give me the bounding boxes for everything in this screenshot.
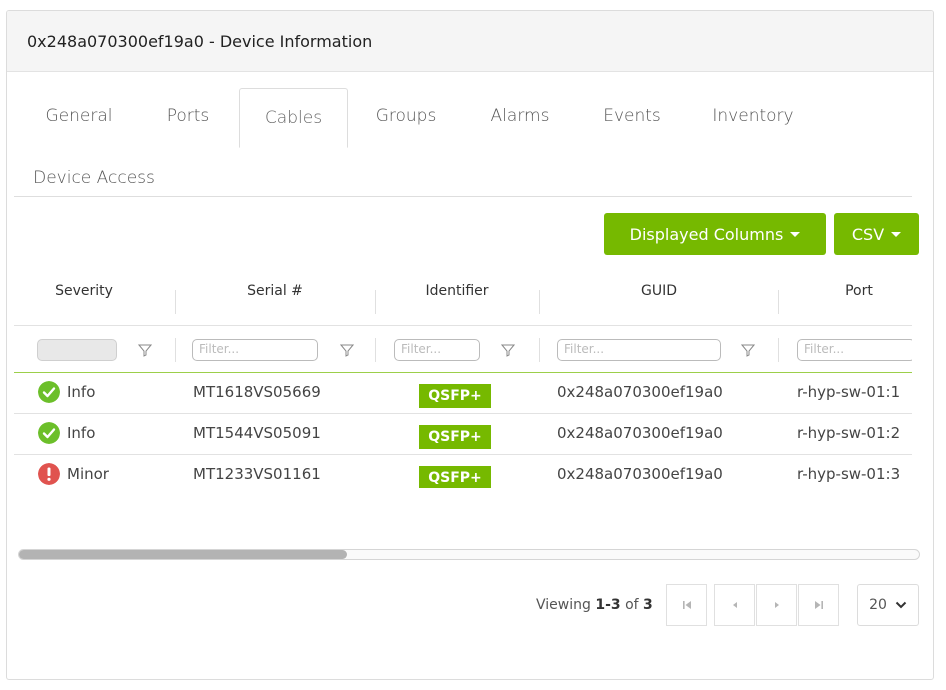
column-header-serial[interactable]: Serial # [176,268,374,314]
port-cell: r-hyp-sw-01:3 [797,465,901,483]
tab-cables[interactable]: Cables [239,88,348,148]
port-filter-input[interactable]: Filter... [797,339,912,361]
filter-divider [14,372,912,373]
port-cell: r-hyp-sw-01:2 [797,424,901,442]
csv-label: CSV [851,224,885,244]
column-divider [539,338,540,362]
guid-filter-input[interactable]: Filter... [557,339,721,361]
identifier-badge: QSFP+ [419,425,491,449]
exclamation-circle-icon [38,463,60,485]
identifier-filter-input[interactable]: Filter... [394,339,480,361]
caret-down-icon [891,231,902,237]
identifier-badge: QSFP+ [419,384,491,408]
first-page-icon[interactable] [666,584,707,626]
displayed-columns-label: Displayed Columns [629,224,784,244]
tab-groups[interactable]: Groups [358,86,454,146]
severity-filter-select[interactable] [37,339,117,361]
csv-button[interactable]: CSV [834,213,919,255]
page-size-select[interactable]: 20 [857,584,919,626]
column-divider [375,338,376,362]
panel-title: 0x248a070300ef19a0 - Device Information [7,11,933,72]
cables-table: Severity Serial # Identifier GUID Port F… [14,268,912,488]
tab-inventory[interactable]: Inventory [698,86,808,146]
page-size-value: 20 [869,597,887,613]
funnel-icon[interactable] [138,343,152,357]
funnel-icon[interactable] [501,343,515,357]
column-divider [175,338,176,362]
pager-viewing-label: Viewing [536,597,596,613]
header-divider [14,325,912,326]
severity-cell: Info [67,424,96,442]
tab-ports[interactable]: Ports [148,86,228,146]
check-circle-icon [38,381,60,403]
tab-device-access[interactable]: Device Access [26,148,162,208]
column-header-port[interactable]: Port [794,268,912,314]
row-divider [14,413,912,414]
column-divider [778,290,779,314]
column-header-identifier[interactable]: Identifier [376,268,538,314]
prev-page-icon[interactable] [714,584,755,626]
column-divider [778,338,779,362]
serial-cell: MT1544VS05091 [193,424,321,442]
port-cell: r-hyp-sw-01:1 [797,383,901,401]
guid-cell: 0x248a070300ef19a0 [557,424,723,442]
next-page-icon[interactable] [756,584,797,626]
guid-cell: 0x248a070300ef19a0 [557,383,723,401]
tab-events[interactable]: Events [588,86,676,146]
severity-cell: Info [67,383,96,401]
column-header-severity[interactable]: Severity [14,268,154,314]
tab-general[interactable]: General [26,86,132,146]
identifier-badge: QSFP+ [419,466,491,488]
funnel-icon[interactable] [340,343,354,357]
funnel-icon[interactable] [741,343,755,357]
serial-filter-input[interactable]: Filter... [192,339,318,361]
serial-cell: MT1618VS05669 [193,383,321,401]
tab-bar: General Ports Cables Groups Alarms Event… [14,79,912,197]
pager-summary: Viewing 1-3 of 3 [536,584,653,626]
column-header-guid[interactable]: GUID [540,268,778,314]
serial-cell: MT1233VS01161 [193,465,321,483]
tab-alarms[interactable]: Alarms [474,86,566,146]
scrollbar-thumb[interactable] [19,550,347,559]
pager-total: 3 [643,597,653,613]
check-circle-icon [38,422,60,444]
caret-down-icon [790,231,801,237]
horizontal-scrollbar[interactable] [18,549,920,560]
pager-of-label: of [620,597,644,613]
displayed-columns-button[interactable]: Displayed Columns [604,213,826,255]
guid-cell: 0x248a070300ef19a0 [557,465,723,483]
severity-cell: Minor [67,465,109,483]
pager-range: 1-3 [595,597,621,613]
row-divider [14,454,912,455]
last-page-icon[interactable] [798,584,839,626]
chevron-down-icon [895,601,907,609]
